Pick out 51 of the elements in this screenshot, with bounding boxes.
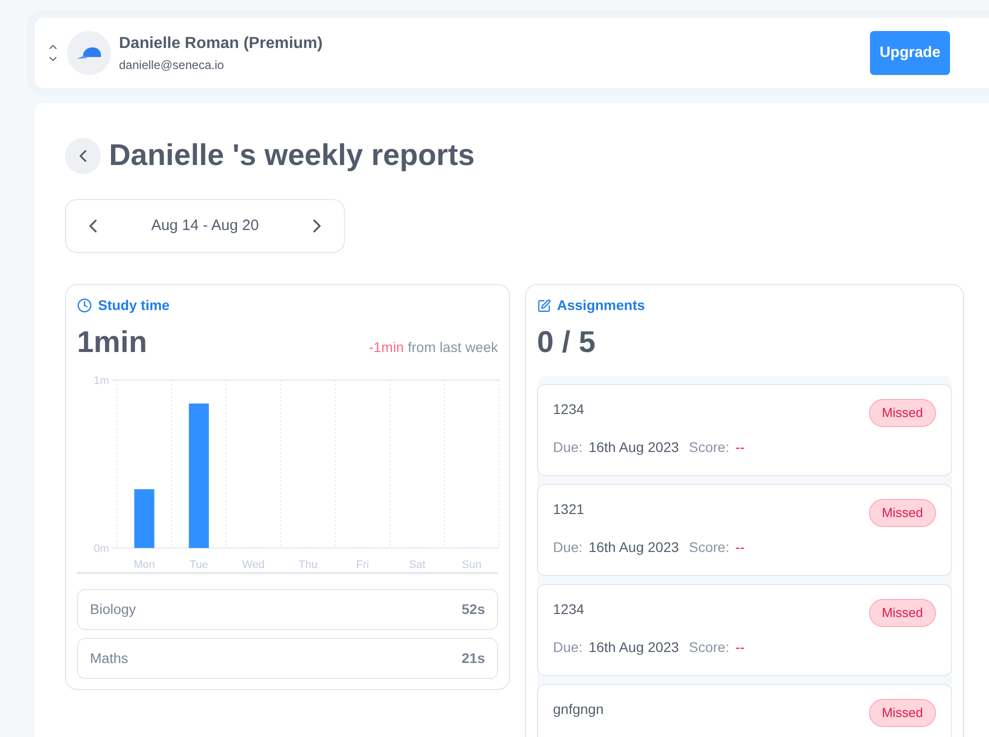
due-label: Due: xyxy=(553,438,583,456)
due-date: 16th Aug 2023 xyxy=(588,538,679,557)
axis-label: 1m xyxy=(94,375,109,387)
score-value: -- xyxy=(735,638,745,656)
due-date: 16th Aug 2023 xyxy=(588,438,679,457)
due-label: Due: xyxy=(553,538,583,556)
status-badge: Missed xyxy=(868,599,936,626)
score-label: Score: xyxy=(688,538,730,556)
assignment-card[interactable]: 1321 Missed Due: 16th Aug 2023 Score: -- xyxy=(537,484,952,576)
axis-label: 0m xyxy=(94,543,109,555)
assignment-title: 1234 xyxy=(553,400,584,419)
score-label: Score: xyxy=(688,638,730,656)
assignment-title: 1321 xyxy=(553,500,584,519)
assignments-total: 0 / 5 xyxy=(537,328,596,358)
edit-icon xyxy=(537,298,551,312)
score-value: -- xyxy=(735,538,745,556)
axis-label: Sat xyxy=(408,559,426,570)
assignment-title: 1234 xyxy=(553,600,584,619)
status-badge: Missed xyxy=(868,699,936,726)
study-time-total: 1min xyxy=(77,328,148,358)
assignment-title: gnfgngn xyxy=(553,700,604,719)
axis-label: Mon xyxy=(134,559,155,570)
status-badge: Missed xyxy=(868,399,936,426)
due-date: 16th Aug 2023 xyxy=(588,638,679,657)
card-heading: Study time xyxy=(98,296,170,315)
clock-icon xyxy=(77,298,92,313)
card-heading: Assignments xyxy=(557,296,645,315)
assignment-card[interactable]: 1234 Missed Due: 16th Aug 2023 Score: -- xyxy=(537,384,952,476)
assignment-card[interactable]: 1234 Missed Due: 16th Aug 2023 Score: -- xyxy=(537,584,952,676)
change-caption: from last week xyxy=(408,339,498,355)
date-range: Aug 14 - Aug 20 xyxy=(151,216,259,236)
account-email: danielle@seneca.io xyxy=(119,57,225,74)
subject-name: Maths xyxy=(90,649,128,668)
score-value: -- xyxy=(735,438,745,456)
due-label: Due: xyxy=(553,638,583,656)
axis-label: Fri xyxy=(356,559,369,570)
axis-label: Wed xyxy=(242,559,265,570)
subject-time: 21s xyxy=(462,649,485,668)
back-button[interactable] xyxy=(65,138,101,174)
status-badge: Missed xyxy=(868,499,936,526)
axis-label: Tue xyxy=(190,559,208,570)
score-label: Score: xyxy=(688,438,730,456)
axis-label: Thu xyxy=(298,559,318,570)
subject-time: 52s xyxy=(462,600,485,619)
account-name: Danielle Roman (Premium) xyxy=(119,34,323,54)
page-title: Danielle 's weekly reports xyxy=(109,138,475,174)
bar xyxy=(134,489,154,548)
axis-label: Sun xyxy=(462,559,482,570)
study-time-change: -1min xyxy=(368,339,404,355)
assignment-card[interactable]: gnfgngn Missed xyxy=(537,684,952,737)
subject-name: Biology xyxy=(90,600,136,619)
